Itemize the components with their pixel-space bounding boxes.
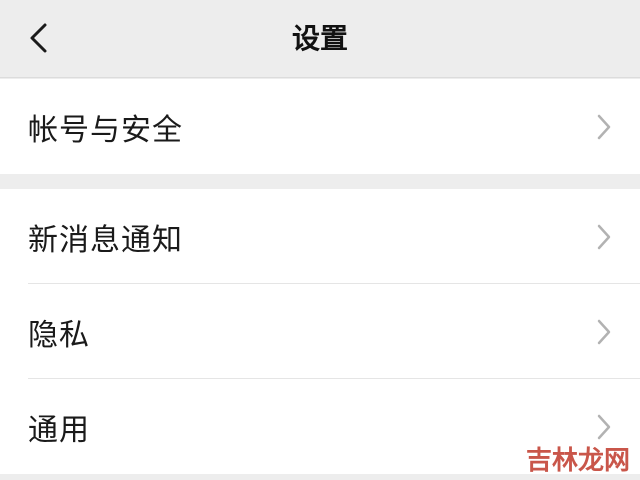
navigation-bar: 设置 [0, 0, 640, 78]
chevron-left-icon [30, 23, 47, 53]
chevron-right-icon [597, 319, 611, 344]
settings-item-notifications[interactable]: 新消息通知 [0, 189, 640, 284]
settings-screen: 设置 帐号与安全 新消息通知 隐私 通用 吉林龙网 [0, 0, 640, 480]
settings-item-label: 通用 [28, 412, 90, 448]
settings-item-privacy[interactable]: 隐私 [0, 284, 640, 379]
watermark-text: 吉林龙网 [525, 446, 630, 476]
watermark: 吉林龙网 [526, 448, 630, 474]
settings-group-account: 帐号与安全 [0, 79, 640, 174]
page-title: 设置 [291, 22, 348, 55]
settings-item-label: 新消息通知 [28, 222, 183, 258]
settings-item-label: 帐号与安全 [28, 112, 183, 148]
chevron-right-icon [597, 224, 611, 249]
settings-group-general: 新消息通知 隐私 通用 [0, 189, 640, 474]
settings-item-label: 隐私 [28, 317, 90, 353]
settings-item-account-security[interactable]: 帐号与安全 [0, 79, 640, 174]
chevron-right-icon [597, 114, 611, 139]
chevron-right-icon [597, 414, 611, 439]
back-button[interactable] [18, 18, 58, 58]
